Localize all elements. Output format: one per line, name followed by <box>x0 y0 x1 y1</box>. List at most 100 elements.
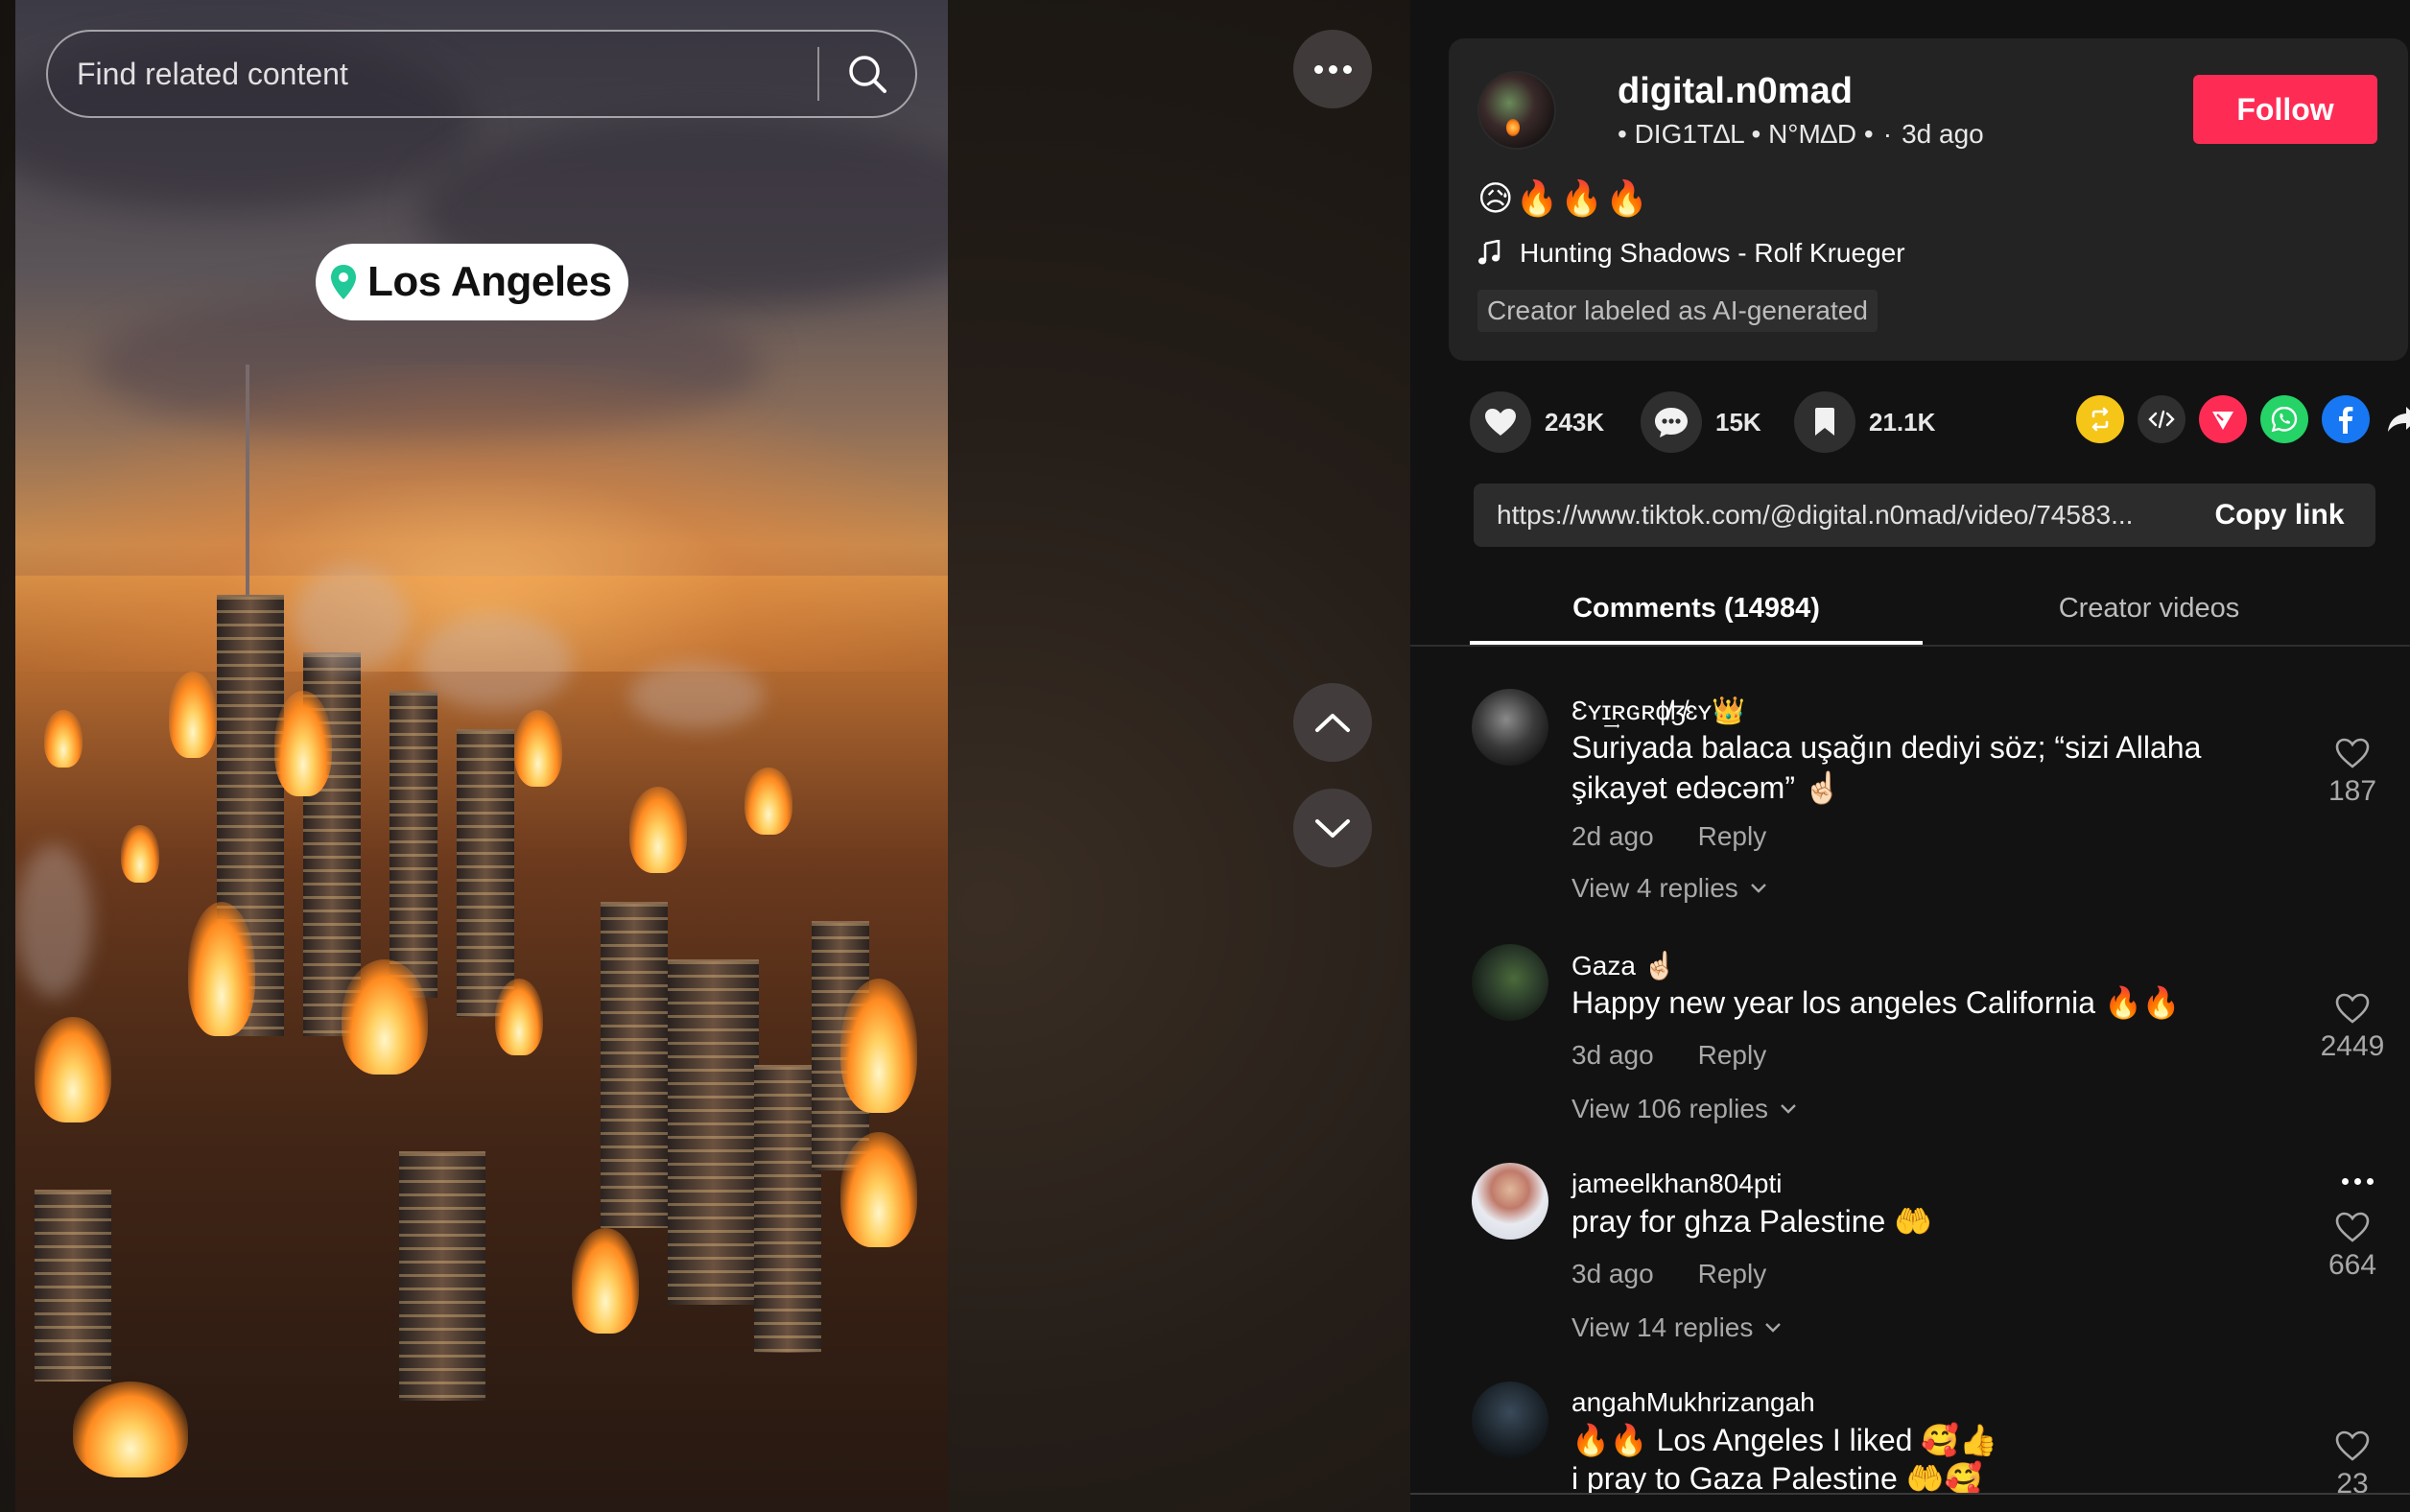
search-button[interactable] <box>819 32 915 116</box>
comment-time: 2d ago <box>1571 821 1654 851</box>
comment-like-count: 187 <box>2327 775 2377 807</box>
fire <box>840 1132 917 1247</box>
save-button[interactable]: 21.1K <box>1794 391 1935 453</box>
view-replies-label: View 14 replies <box>1571 1312 1754 1342</box>
next-video-button[interactable] <box>1293 789 1372 867</box>
avatar[interactable] <box>1472 1163 1548 1240</box>
chevron-down-icon <box>1315 819 1350 838</box>
reply-button[interactable]: Reply <box>1698 1259 1767 1289</box>
map-pin-icon <box>331 265 356 299</box>
chevron-up-icon <box>1315 714 1350 732</box>
previous-video-button[interactable] <box>1293 683 1372 762</box>
comment-text: pray for ghza Palestine 🤲 <box>1571 1204 1933 1239</box>
smoke <box>294 566 409 672</box>
location-tag[interactable]: Los Angeles <box>316 244 629 320</box>
comment-item: jameelkhan804pti pray for ghza Palestine… <box>1410 1163 2410 1355</box>
bookmark-icon <box>1815 408 1834 436</box>
fire <box>495 979 543 1055</box>
comment-icon <box>1655 408 1688 437</box>
tab-creator-videos[interactable]: Creator videos <box>1923 570 2375 647</box>
comment-like[interactable]: 664 <box>2295 1211 2410 1282</box>
video-url[interactable]: https://www.tiktok.com/@digital.n0mad/vi… <box>1474 500 2184 531</box>
video-stage: Los Angeles <box>0 0 1410 1512</box>
comment-button[interactable]: 15K <box>1641 391 1761 453</box>
comment-more-button[interactable] <box>2342 1178 2374 1185</box>
like-button[interactable]: 243K <box>1470 391 1604 453</box>
repost-button[interactable] <box>2076 395 2124 443</box>
fire <box>572 1228 639 1334</box>
tab-comments[interactable]: Comments (14984) <box>1470 570 1923 647</box>
save-count: 21.1K <box>1869 407 1936 437</box>
view-replies-button[interactable]: View 4 replies <box>1571 873 1767 904</box>
comment-meta: 3d ago Reply <box>1571 1259 1766 1289</box>
facebook-share-button[interactable] <box>2322 395 2370 443</box>
whatsapp-share-button[interactable] <box>2260 395 2308 443</box>
smoke <box>15 844 92 998</box>
author-username[interactable]: digital.n0mad <box>1618 71 1853 112</box>
comment-count: 15K <box>1715 407 1761 437</box>
comment-like[interactable]: 23 <box>2295 1429 2410 1493</box>
share-arrow-icon <box>2388 407 2410 432</box>
comment-input-divider <box>1410 1493 2410 1495</box>
like-count: 243K <box>1545 407 1605 437</box>
view-replies-button[interactable]: View 14 replies <box>1571 1312 1782 1343</box>
comment-text-line-2: i pray to Gaza Palestine 🤲🥰 <box>1571 1461 1983 1493</box>
fire <box>73 1382 188 1477</box>
tower-spire <box>246 365 249 614</box>
avatar[interactable] <box>1472 944 1548 1021</box>
meta-separator: · <box>1882 119 1893 149</box>
share-button[interactable] <box>2379 395 2410 443</box>
fire <box>35 1017 111 1122</box>
facebook-icon <box>2339 407 2353 434</box>
comment-item: Ɛʏɪ͢ʀɢʀɸ̸ɮ̸ɛʏ👑 Suriyada balaca uşağın de… <box>1410 689 2410 910</box>
tower <box>35 1190 111 1382</box>
view-replies-label: View 106 replies <box>1571 1094 1768 1123</box>
music-link[interactable]: Hunting Shadows - Rolf Krueger <box>1477 238 1905 269</box>
video-player[interactable] <box>15 0 948 1512</box>
avatar[interactable] <box>1472 1382 1548 1458</box>
embed-button[interactable] <box>2138 395 2186 443</box>
send-to-friends-button[interactable] <box>2199 395 2247 443</box>
comment-text: Suriyada balaca uşağın dediyi söz; “sizi… <box>1571 730 2202 805</box>
comment-item: angahMukhrizangah 🔥🔥 Los Angeles I liked… <box>1410 1382 2410 1493</box>
active-tab-indicator <box>1470 641 1923 645</box>
repost-icon <box>2091 407 2109 432</box>
post-time: 3d ago <box>1902 119 1984 149</box>
comment-username[interactable]: angahMukhrizangah <box>1571 1387 1815 1418</box>
comment-time: 3d ago <box>1571 1040 1654 1070</box>
comment-username[interactable]: Gaza ☝🏻 <box>1571 950 1677 981</box>
comment-list: Ɛʏɪ͢ʀɢʀɸ̸ɮ̸ɛʏ👑 Suriyada balaca uşağın de… <box>1410 652 2410 1493</box>
comment-meta: 3d ago Reply <box>1571 1040 1766 1071</box>
music-title: Hunting Shadows - Rolf Krueger <box>1520 238 1905 268</box>
fire <box>121 825 159 883</box>
reply-button[interactable]: Reply <box>1698 821 1767 852</box>
search-bar[interactable] <box>46 30 917 118</box>
more-options-button[interactable] <box>1293 30 1372 108</box>
fire <box>840 979 917 1113</box>
author-avatar[interactable] <box>1477 71 1556 150</box>
reply-button[interactable]: Reply <box>1698 1040 1767 1071</box>
fire <box>169 672 217 758</box>
tower <box>457 729 514 1017</box>
comment-text: Happy new year los angeles California 🔥🔥 <box>1571 985 2181 1020</box>
side-panel: digital.n0mad • DIG1T∆L • N°M∆D • · 3d a… <box>1410 0 2410 1512</box>
author-meta: • DIG1T∆L • N°M∆D • · 3d ago <box>1618 119 1984 150</box>
video-caption: 😥🔥🔥🔥 <box>1477 178 1651 218</box>
fire <box>744 768 792 835</box>
copy-link-button[interactable]: Copy link <box>2184 484 2375 547</box>
smoke <box>418 614 572 710</box>
more-horizontal-icon <box>1313 64 1352 74</box>
tower <box>668 959 759 1305</box>
embed-code-icon <box>2148 410 2175 429</box>
search-input[interactable] <box>48 32 817 116</box>
comment-username[interactable]: jameelkhan804pti <box>1571 1169 1783 1199</box>
follow-button[interactable]: Follow <box>2193 75 2377 144</box>
comment-username[interactable]: Ɛʏɪ͢ʀɢʀɸ̸ɮ̸ɛʏ👑 <box>1571 695 1745 726</box>
avatar[interactable] <box>1472 689 1548 766</box>
comment-time: 3d ago <box>1571 1259 1654 1288</box>
comment-like[interactable]: 2449 <box>2295 992 2410 1063</box>
heart-outline-icon <box>2335 1430 2370 1461</box>
view-replies-button[interactable]: View 106 replies <box>1571 1094 1797 1124</box>
fire <box>342 959 428 1075</box>
comment-like[interactable]: 187 <box>2295 737 2410 808</box>
